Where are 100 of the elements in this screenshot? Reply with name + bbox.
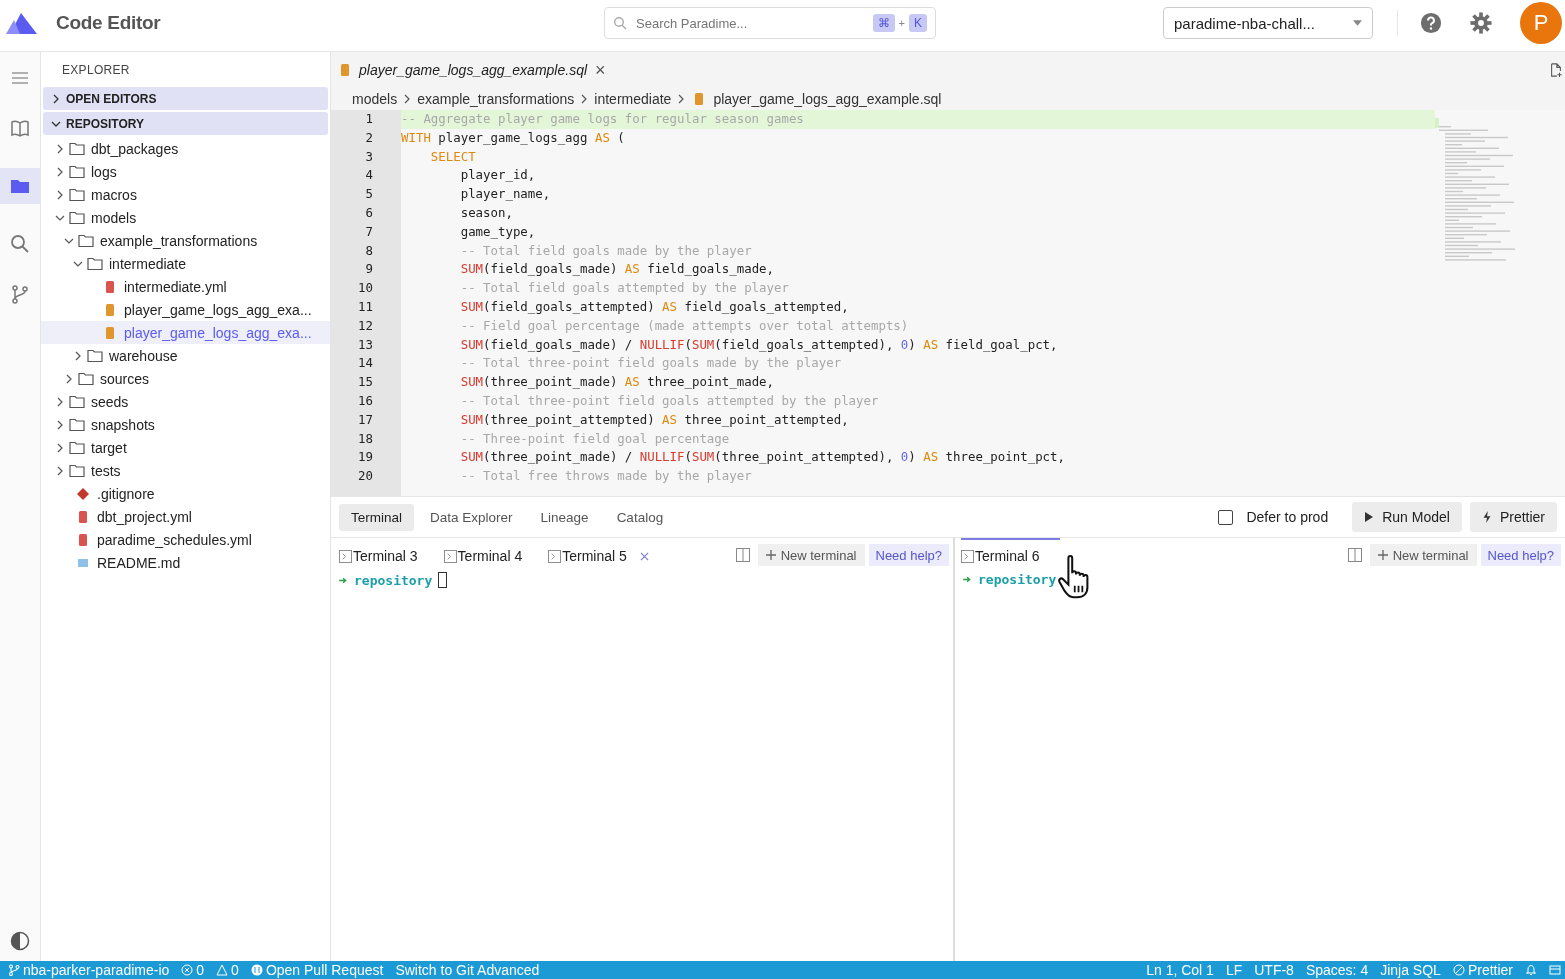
tree-item[interactable]: intermediate.yml	[41, 275, 330, 298]
close-tab-button[interactable]: ×	[595, 59, 606, 81]
tree-item[interactable]: dbt_project.yml	[41, 505, 330, 528]
run-button[interactable]: Run Model	[1352, 502, 1462, 532]
split-pane-icon[interactable]	[1347, 548, 1362, 562]
panel-tab[interactable]: Data Explorer	[418, 503, 525, 531]
line-number: 1	[364, 110, 374, 128]
tree-item[interactable]: warehouse	[41, 344, 330, 367]
breadcrumb[interactable]: intermediate	[594, 91, 672, 107]
folder-icon	[69, 463, 85, 478]
tree-item[interactable]: example_transformations	[41, 229, 330, 252]
text-cursor	[438, 572, 448, 588]
tree-item[interactable]: intermediate	[41, 252, 330, 275]
tree-item[interactable]: sources	[41, 367, 330, 390]
tree-item[interactable]: models	[41, 206, 330, 229]
line-number: 3	[364, 147, 374, 166]
section-title: REPOSITORY	[66, 116, 145, 131]
lightning-icon	[1481, 511, 1492, 523]
tree-item[interactable]: snapshots	[41, 413, 330, 436]
help-button[interactable]: Need help?	[868, 544, 949, 566]
tree-item[interactable]: player_game_logs_agg_exa...	[41, 298, 330, 321]
code-line: SUM(field_goals_attempted) AS field_goals_attempted,	[459, 298, 849, 314]
arrow-icon	[339, 576, 348, 584]
settings-icon[interactable]	[1470, 12, 1492, 34]
folder-icon	[69, 440, 85, 455]
chevron-right-icon	[55, 189, 65, 200]
code-line: -- Total field goals made by the player	[459, 242, 752, 258]
help-icon[interactable]	[1420, 12, 1442, 34]
chevron-right-icon	[403, 94, 412, 104]
git-branch-icon	[8, 964, 20, 976]
code-line: -- Total three-point field goals attempted by the player	[459, 392, 879, 408]
editor-tab[interactable]: player_game_logs_agg_example.sql ×	[337, 59, 606, 81]
folder-icon	[69, 210, 85, 225]
git-file-icon	[75, 486, 91, 501]
git-branch-icon[interactable]	[10, 284, 30, 304]
workspace-dropdown[interactable]: paradime-nba-chall...	[1163, 7, 1373, 39]
breadcrumb[interactable]: example_transformations	[417, 91, 575, 107]
help-button[interactable]: Need help?	[1480, 544, 1561, 566]
terminal-tab[interactable]: Terminal 6	[961, 538, 1060, 572]
terminal-tab[interactable]: Terminal 4	[443, 538, 523, 572]
theme-toggle-icon[interactable]	[10, 931, 30, 951]
panel-icon[interactable]	[1549, 964, 1561, 976]
panel-tab[interactable]: Lineage	[528, 503, 601, 531]
line-number: 5	[364, 185, 374, 204]
new-terminal-button[interactable]: New terminal	[1369, 544, 1477, 566]
tree-item[interactable]: macros	[41, 183, 330, 206]
chevron-right-icon	[55, 143, 65, 154]
split-pane-icon[interactable]	[735, 548, 750, 562]
chevron-right-icon	[55, 396, 65, 407]
breadcrumb[interactable]: models	[352, 91, 398, 107]
tree-item[interactable]: logs	[41, 160, 330, 183]
line-number: 6	[364, 204, 374, 222]
terminal-tab[interactable]: Terminal 5	[548, 538, 649, 572]
tree-item[interactable]: README.md	[41, 551, 330, 574]
shortcut-key: ⌘	[872, 14, 895, 32]
terminal-tab[interactable]: Terminal 3	[339, 538, 418, 572]
code-line: -- Total free throws made by the player	[459, 468, 752, 484]
tree-item[interactable]: target	[41, 436, 330, 459]
line-number: 12	[357, 316, 374, 335]
line-number: 2	[364, 128, 374, 147]
line-number: 8	[364, 241, 374, 260]
terminal-icon	[961, 549, 974, 563]
close-icon[interactable]	[639, 551, 649, 561]
code-line: SUM(three_point_made) AS three_point_made,	[459, 374, 774, 390]
tree-item[interactable]: seeds	[41, 390, 330, 413]
line-number: 7	[364, 222, 374, 241]
panel-tab[interactable]: Terminal	[339, 503, 414, 531]
chevron-right-icon	[55, 465, 65, 476]
checkbox[interactable]	[1218, 509, 1234, 525]
chevron-right-icon	[677, 94, 686, 104]
code-line: season,	[459, 205, 513, 220]
code-line: SELECT	[429, 148, 476, 164]
tree-item[interactable]: dbt_packages	[41, 137, 330, 160]
tree-item[interactable]: paradime_schedules.yml	[41, 528, 330, 551]
tree-item[interactable]: .gitignore	[41, 482, 330, 505]
tree-item[interactable]: player_game_logs_agg_exa...	[41, 321, 330, 344]
format-button[interactable]: Prettier	[1469, 502, 1557, 532]
new-terminal-button[interactable]: New terminal	[757, 544, 865, 566]
book-icon[interactable]	[10, 118, 30, 138]
caret-icon	[1353, 20, 1362, 26]
bell-icon[interactable]	[1525, 964, 1537, 976]
tree-item[interactable]: tests	[41, 459, 330, 482]
terminal-icon	[443, 549, 457, 563]
search-icon[interactable]	[10, 234, 30, 254]
code-line: -- Total field goals attempted by the player	[459, 280, 789, 296]
plus-sign: +	[898, 17, 905, 29]
code-line: player_id,	[459, 167, 536, 183]
checkbox-label: Defer to prod	[1246, 509, 1329, 525]
chevron-right-icon	[55, 419, 65, 430]
section-header[interactable]: REPOSITORY	[43, 112, 328, 135]
new-file-icon[interactable]	[1549, 62, 1563, 78]
prompt-directory: repository	[978, 572, 1057, 587]
panel-tab[interactable]: Catalog	[604, 503, 676, 531]
chevron-right-icon	[55, 166, 65, 177]
section-header[interactable]: OPEN EDITORS	[43, 87, 328, 110]
breadcrumb[interactable]: player_game_logs_agg_example.sql	[713, 91, 942, 107]
code-line: SUM(field_goals_made) AS field_goals_made,	[459, 261, 774, 277]
line-number: 9	[364, 260, 374, 279]
folder-icon	[69, 164, 85, 179]
folder-icon	[87, 256, 103, 271]
